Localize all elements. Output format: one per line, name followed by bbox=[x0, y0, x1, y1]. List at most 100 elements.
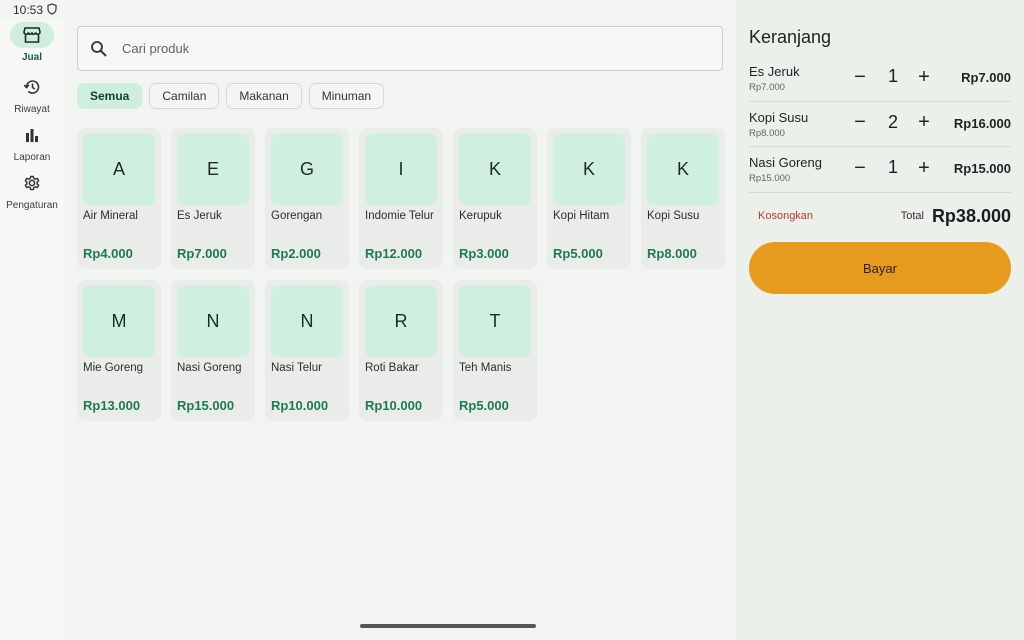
product-initial-tile: R bbox=[365, 286, 437, 357]
bar-chart-icon bbox=[26, 129, 38, 142]
product-name: Gorengan bbox=[271, 210, 323, 222]
storefront-icon bbox=[23, 27, 41, 43]
product-initial-tile: M bbox=[83, 286, 155, 357]
cart-item-unit-price: Rp15.000 bbox=[749, 173, 791, 184]
cart-item-subtotal: Rp16.000 bbox=[953, 115, 1011, 131]
product-initial-tile: I bbox=[365, 134, 437, 205]
product-card[interactable]: K Kerupuk Rp3.000 bbox=[453, 128, 537, 269]
product-price: Rp7.000 bbox=[177, 246, 227, 261]
chip-makanan[interactable]: Makanan bbox=[226, 83, 302, 109]
chip-camilan[interactable]: Camilan bbox=[149, 83, 220, 109]
nav-label-jual: Jual bbox=[21, 52, 42, 63]
product-card[interactable]: T Teh Manis Rp5.000 bbox=[453, 280, 537, 421]
total-label: Total bbox=[900, 210, 924, 222]
product-name: Mie Goreng bbox=[83, 362, 144, 374]
cart-summary: Kosongkan Total Rp38.000 bbox=[749, 205, 1011, 229]
product-initial-tile: T bbox=[459, 286, 531, 357]
product-name: Nasi Goreng bbox=[177, 362, 242, 374]
product-price: Rp10.000 bbox=[271, 398, 329, 413]
product-card[interactable]: G Gorengan Rp2.000 bbox=[265, 128, 349, 269]
increase-qty-button[interactable]: + bbox=[915, 157, 933, 179]
product-card[interactable]: N Nasi Goreng Rp15.000 bbox=[171, 280, 255, 421]
nav-label-laporan: Laporan bbox=[13, 152, 51, 163]
shield-icon bbox=[47, 3, 57, 15]
status-time: 10:53 bbox=[13, 3, 44, 17]
chip-semua[interactable]: Semua bbox=[77, 83, 143, 109]
product-card[interactable]: M Mie Goreng Rp13.000 bbox=[77, 280, 161, 421]
chip-minuman[interactable]: Minuman bbox=[308, 83, 385, 109]
product-card[interactable]: I Indomie Telur Rp12.000 bbox=[359, 128, 443, 269]
product-price: Rp3.000 bbox=[459, 246, 509, 261]
nav-label-pengaturan: Pengaturan bbox=[6, 200, 58, 211]
search-bar[interactable] bbox=[77, 26, 723, 71]
cart-item-subtotal: Rp15.000 bbox=[953, 161, 1011, 176]
nav-item-pengaturan[interactable]: Pengaturan bbox=[0, 170, 64, 211]
product-initial-tile: E bbox=[177, 134, 249, 205]
cart-item-unit-price: Rp8.000 bbox=[749, 127, 785, 139]
cart-panel: Keranjang Es Jeruk Rp7.000 − 1 + Rp7.000… bbox=[736, 0, 1024, 640]
product-initial-tile: N bbox=[271, 286, 343, 357]
product-price: Rp13.000 bbox=[83, 398, 141, 413]
cart-item-subtotal: Rp7.000 bbox=[961, 70, 1011, 85]
cart-item-name: Kopi Susu bbox=[749, 109, 809, 125]
product-card[interactable]: E Es Jeruk Rp7.000 bbox=[171, 128, 255, 269]
nav-item-laporan[interactable]: Laporan bbox=[0, 122, 64, 163]
product-initial-tile: A bbox=[83, 134, 155, 205]
decrease-qty-button[interactable]: − bbox=[851, 111, 869, 134]
clear-cart-button[interactable]: Kosongkan bbox=[758, 210, 813, 222]
product-card[interactable]: K Kopi Susu Rp8.000 bbox=[641, 128, 725, 269]
nav-item-jual[interactable]: Jual bbox=[0, 22, 64, 63]
product-name: Indomie Telur bbox=[365, 210, 434, 222]
product-price: Rp5.000 bbox=[459, 398, 509, 413]
product-initial-tile: K bbox=[647, 134, 719, 205]
category-filter: Semua Camilan Makanan Minuman bbox=[77, 83, 385, 109]
product-initial-tile: K bbox=[553, 134, 625, 205]
pay-button[interactable]: Bayar bbox=[749, 242, 1011, 294]
product-initial-tile: N bbox=[177, 286, 249, 357]
nav-label-riwayat: Riwayat bbox=[14, 104, 50, 115]
decrease-qty-button[interactable]: − bbox=[851, 66, 869, 88]
cart-items: Es Jeruk Rp7.000 − 1 + Rp7.000 Kopi Susu… bbox=[749, 56, 1011, 193]
product-initial-tile: K bbox=[459, 134, 531, 205]
product-card[interactable]: R Roti Bakar Rp10.000 bbox=[359, 280, 443, 421]
total-value: Rp38.000 bbox=[931, 206, 1011, 226]
product-card[interactable]: A Air Mineral Rp4.000 bbox=[77, 128, 161, 269]
product-price: Rp2.000 bbox=[271, 246, 321, 261]
cart-item-name: Es Jeruk bbox=[749, 64, 800, 79]
product-name: Kopi Susu bbox=[647, 210, 700, 222]
home-indicator[interactable] bbox=[360, 624, 536, 628]
product-card[interactable]: N Nasi Telur Rp10.000 bbox=[265, 280, 349, 421]
product-price: Rp10.000 bbox=[365, 398, 423, 413]
increase-qty-button[interactable]: + bbox=[915, 111, 933, 134]
cart-item-name: Nasi Goreng bbox=[749, 155, 822, 170]
gear-icon bbox=[24, 175, 40, 191]
cart-item-qty: 1 bbox=[887, 66, 898, 86]
product-card[interactable]: K Kopi Hitam Rp5.000 bbox=[547, 128, 631, 269]
nav-item-riwayat[interactable]: Riwayat bbox=[0, 74, 64, 115]
product-price: Rp15.000 bbox=[177, 398, 235, 413]
navigation-rail: Jual Riwayat Laporan Pengaturan bbox=[0, 20, 64, 640]
cart-title: Keranjang bbox=[749, 27, 832, 47]
product-price: Rp12.000 bbox=[365, 246, 423, 261]
search-input[interactable] bbox=[122, 41, 702, 56]
product-name: Nasi Telur bbox=[271, 362, 322, 374]
product-price: Rp8.000 bbox=[647, 246, 697, 261]
cart-item-unit-price: Rp7.000 bbox=[749, 82, 785, 93]
cart-item: Es Jeruk Rp7.000 − 1 + Rp7.000 bbox=[749, 56, 1011, 102]
cart-item-qty: 1 bbox=[887, 157, 898, 177]
product-name: Es Jeruk bbox=[177, 210, 222, 222]
product-name: Kerupuk bbox=[459, 210, 502, 222]
increase-qty-button[interactable]: + bbox=[915, 66, 933, 88]
cart-item: Nasi Goreng Rp15.000 − 1 + Rp15.000 bbox=[749, 147, 1011, 193]
product-initial-tile: G bbox=[271, 134, 343, 205]
product-name: Teh Manis bbox=[459, 362, 512, 374]
search-icon bbox=[91, 40, 107, 57]
product-name: Roti Bakar bbox=[365, 362, 419, 374]
cart-item: Kopi Susu Rp8.000 − 2 + Rp16.000 bbox=[749, 102, 1011, 147]
product-panel: Semua Camilan Makanan Minuman A Air Miner… bbox=[64, 0, 736, 640]
cart-item-qty: 2 bbox=[887, 111, 898, 132]
product-name: Kopi Hitam bbox=[553, 210, 610, 222]
product-grid: A Air Mineral Rp4.000 E Es Jeruk Rp7.000 G Go… bbox=[77, 128, 737, 421]
product-name: Air Mineral bbox=[83, 210, 138, 222]
decrease-qty-button[interactable]: − bbox=[851, 157, 869, 179]
